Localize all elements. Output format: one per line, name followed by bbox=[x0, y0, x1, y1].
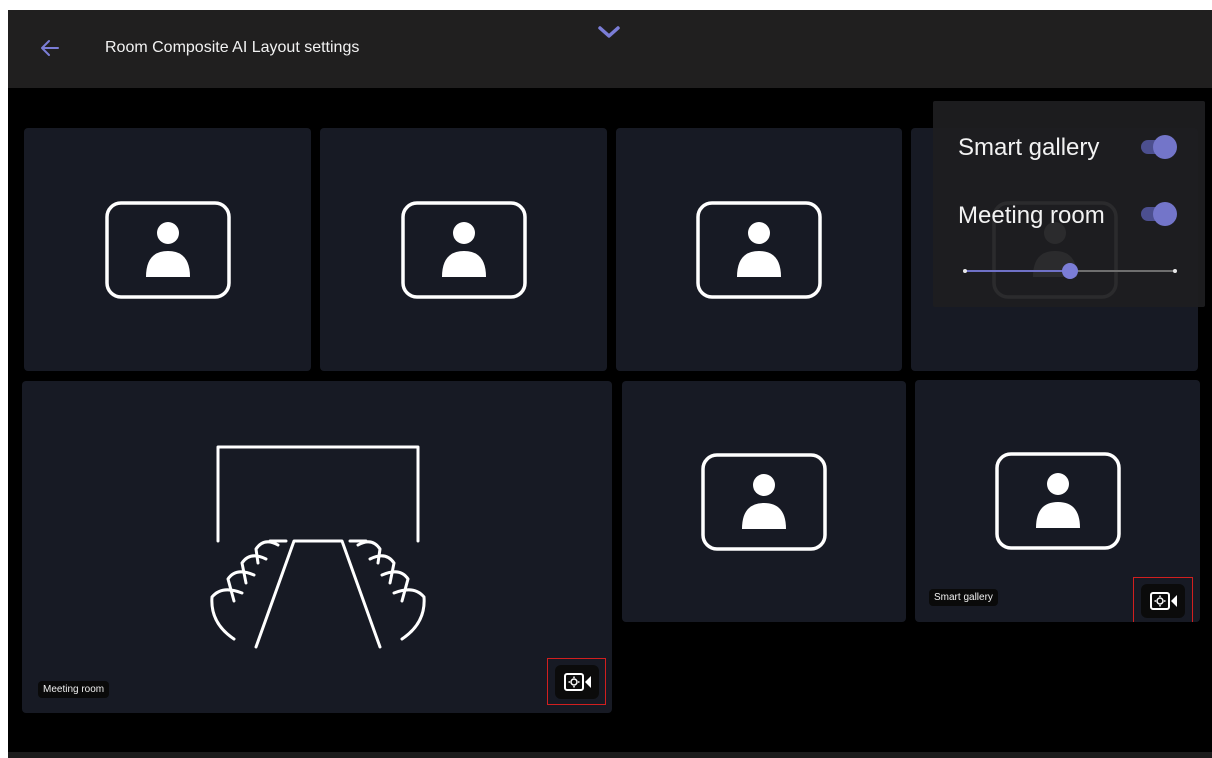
person-frame-icon bbox=[400, 200, 527, 299]
meeting-room-name-tag: Meeting room bbox=[38, 681, 110, 698]
chevron-down-icon bbox=[598, 26, 620, 38]
toggle-knob bbox=[1153, 135, 1177, 159]
slider-thumb[interactable] bbox=[1062, 263, 1078, 279]
person-frame-icon bbox=[104, 200, 231, 299]
meeting-room-table-icon bbox=[210, 445, 426, 649]
participant-tile[interactable] bbox=[616, 128, 902, 371]
back-button[interactable] bbox=[36, 34, 64, 62]
person-frame-icon bbox=[701, 452, 827, 551]
header-bar: Room Composite AI Layout settings bbox=[8, 10, 1212, 88]
toggle-knob bbox=[1153, 202, 1177, 226]
person-frame-icon bbox=[696, 200, 822, 299]
smart-gallery-toggle[interactable] bbox=[1137, 135, 1177, 159]
camera-highlight-frame bbox=[1133, 577, 1193, 622]
camera-highlight-frame bbox=[547, 658, 606, 705]
camera-settings-button[interactable] bbox=[555, 665, 599, 699]
meeting-room-label: Meeting room bbox=[958, 202, 1105, 229]
camera-settings-icon bbox=[1150, 592, 1177, 610]
arrow-left-icon bbox=[41, 40, 59, 56]
page-title: Room Composite AI Layout settings bbox=[105, 39, 360, 56]
bottom-bar bbox=[8, 752, 1212, 758]
meeting-room-tile[interactable]: Meeting room bbox=[22, 381, 612, 713]
camera-settings-button[interactable] bbox=[1141, 584, 1185, 618]
app-screen: Room Composite AI Layout settings Meetin… bbox=[8, 10, 1212, 758]
participant-tile[interactable] bbox=[24, 128, 311, 371]
layout-settings-panel: Smart gallery Meeting room bbox=[933, 101, 1205, 307]
slider-max-dot bbox=[1173, 269, 1177, 273]
smart-gallery-name-tag: Smart gallery bbox=[929, 589, 998, 606]
smart-gallery-label: Smart gallery bbox=[958, 134, 1100, 161]
meeting-room-toggle[interactable] bbox=[1137, 202, 1177, 226]
slider-min-dot bbox=[963, 269, 967, 273]
smart-gallery-tile[interactable]: Smart gallery bbox=[915, 380, 1200, 622]
camera-settings-icon bbox=[564, 673, 591, 691]
participant-tile[interactable] bbox=[622, 381, 906, 622]
participant-tile[interactable] bbox=[320, 128, 607, 371]
slider-fill bbox=[965, 270, 1070, 272]
layout-slider[interactable] bbox=[961, 261, 1179, 281]
collapse-button[interactable] bbox=[594, 20, 624, 44]
person-frame-icon bbox=[994, 452, 1121, 550]
